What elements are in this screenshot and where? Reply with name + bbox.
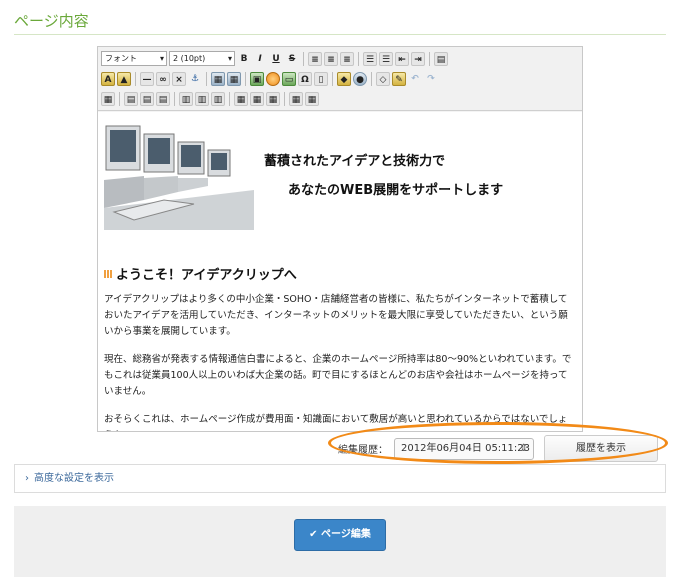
- text-color-icon[interactable]: A: [101, 71, 115, 86]
- align-right-icon[interactable]: ≡: [340, 51, 354, 66]
- globe-icon[interactable]: ●: [353, 71, 367, 86]
- toolbar-separator: [284, 91, 285, 106]
- font-select[interactable]: フォント: [101, 51, 167, 66]
- redo-icon[interactable]: ↷: [424, 72, 438, 86]
- toolbar-separator: [303, 51, 304, 66]
- clean-format-icon[interactable]: ✎: [392, 71, 406, 86]
- indent-icon[interactable]: ⇥: [411, 51, 425, 66]
- chevron-right-icon: ›: [25, 473, 29, 484]
- edit-page-label: ページ編集: [321, 529, 371, 540]
- insert-col-before-icon[interactable]: ▥: [179, 91, 193, 106]
- numbered-list-icon[interactable]: ☰: [379, 51, 393, 66]
- rich-text-editor[interactable]: フォント 2 (10pt) B I U S ≡ ≡ ≡ ☰ ☰ ⇤ ⇥ ▤ A: [97, 46, 583, 432]
- special-char-icon[interactable]: Ω: [298, 71, 312, 86]
- bold-button[interactable]: B: [237, 52, 251, 66]
- toolbar-separator: [245, 71, 246, 86]
- expand-icon[interactable]: ◆: [337, 71, 351, 86]
- slogan-line-2: あなたのWEB展開をサポートします: [288, 183, 504, 198]
- italic-button[interactable]: I: [253, 52, 267, 66]
- toolbar-row-3: ▦ ▤ ▤ ▤ ▥ ▥ ▥ ▦ ▦ ▦ ▦ ▦: [101, 90, 319, 107]
- col-props-icon[interactable]: ▦: [305, 91, 319, 106]
- editor-content[interactable]: 蓄積されたアイデアと技術力で あなたのWEB展開をサポートします ようこそ！アイ…: [98, 112, 582, 431]
- page: ページ内容 フォント 2 (10pt) B I U S ≡ ≡ ≡ ☰ ☰ ⇤ …: [0, 0, 680, 577]
- merge-cells-icon[interactable]: ▦: [250, 91, 264, 106]
- section-title: ページ内容: [14, 12, 89, 30]
- table-properties-icon[interactable]: ▦: [227, 71, 241, 86]
- insert-col-after-icon[interactable]: ▥: [195, 91, 209, 106]
- table-icon[interactable]: ▦: [101, 91, 115, 106]
- highlight-ellipse: [328, 422, 668, 464]
- welcome-heading-text: ようこそ！アイデアクリップへ: [116, 268, 297, 283]
- insert-media-icon[interactable]: [266, 71, 280, 86]
- delete-col-icon[interactable]: ▥: [211, 91, 225, 106]
- eraser-icon[interactable]: ◇: [376, 71, 390, 86]
- toolbar-separator: [206, 71, 207, 86]
- insert-image-icon[interactable]: ▣: [250, 71, 264, 86]
- insert-row-after-icon[interactable]: ▤: [140, 91, 154, 106]
- edit-page-button[interactable]: ✔ ページ編集: [294, 519, 386, 551]
- split-cell-icon[interactable]: ▦: [234, 91, 248, 106]
- toolbar-separator: [332, 71, 333, 86]
- insert-table-icon[interactable]: ▦: [211, 71, 225, 86]
- toolbar-separator: [174, 91, 175, 106]
- toolbar-row-1: フォント 2 (10pt) B I U S ≡ ≡ ≡ ☰ ☰ ⇤ ⇥ ▤: [101, 50, 448, 67]
- check-icon: ✔: [309, 529, 318, 540]
- toolbar-separator: [229, 91, 230, 106]
- insert-field-icon[interactable]: ▯: [314, 71, 328, 86]
- toolbar-separator: [429, 51, 430, 66]
- title-divider: [14, 34, 666, 35]
- anchor-icon[interactable]: ⚓: [188, 72, 202, 86]
- paragraph-1: アイデアクリップはより多くの中小企業・SOHO・店舗経営者の皆様に、私たちがイン…: [104, 294, 568, 337]
- toolbar-row-2: A ▲ — ∞ ⨯ ⚓ ▦ ▦ ▣ ▭ Ω ▯ ◆ ● ◇ ✎ ↶ ↷: [101, 70, 438, 87]
- bullet-list-icon[interactable]: ☰: [363, 51, 377, 66]
- delete-row-icon[interactable]: ▤: [156, 91, 170, 106]
- insert-row-before-icon[interactable]: ▤: [124, 91, 138, 106]
- row-props-icon[interactable]: ▦: [289, 91, 303, 106]
- unlink-icon[interactable]: ⨯: [172, 71, 186, 86]
- insert-form-icon[interactable]: ▭: [282, 71, 296, 86]
- underline-button[interactable]: U: [269, 52, 283, 66]
- advanced-settings-label: 高度な設定を表示: [34, 473, 114, 484]
- toolbar-separator: [358, 51, 359, 66]
- computer-lab-image: [104, 120, 254, 230]
- horizontal-rule-icon[interactable]: —: [140, 71, 154, 86]
- html-source-icon[interactable]: ▤: [434, 51, 448, 66]
- background-color-icon[interactable]: ▲: [117, 71, 131, 86]
- align-left-icon[interactable]: ≡: [308, 51, 322, 66]
- welcome-heading: ようこそ！アイデアクリップへ: [104, 264, 297, 283]
- link-icon[interactable]: ∞: [156, 71, 170, 86]
- toolbar-separator: [371, 71, 372, 86]
- font-size-select[interactable]: 2 (10pt): [169, 51, 235, 66]
- align-center-icon[interactable]: ≡: [324, 51, 338, 66]
- toolbar-separator: [135, 71, 136, 86]
- outdent-icon[interactable]: ⇤: [395, 51, 409, 66]
- editor-toolbar: フォント 2 (10pt) B I U S ≡ ≡ ≡ ☰ ☰ ⇤ ⇥ ▤ A: [98, 47, 582, 111]
- advanced-settings-toggle[interactable]: › 高度な設定を表示: [14, 464, 666, 493]
- slogan-line-1: 蓄積されたアイデアと技術力で: [264, 154, 446, 169]
- undo-icon[interactable]: ↶: [408, 72, 422, 86]
- grid-bullet-icon: [104, 269, 112, 278]
- strikethrough-button[interactable]: S: [285, 52, 299, 66]
- toolbar-separator: [119, 91, 120, 106]
- paragraph-2: 現在、総務省が発表する情報通信白書によると、企業のホームページ所持率は80〜90…: [104, 354, 572, 397]
- cell-props-icon[interactable]: ▦: [266, 91, 280, 106]
